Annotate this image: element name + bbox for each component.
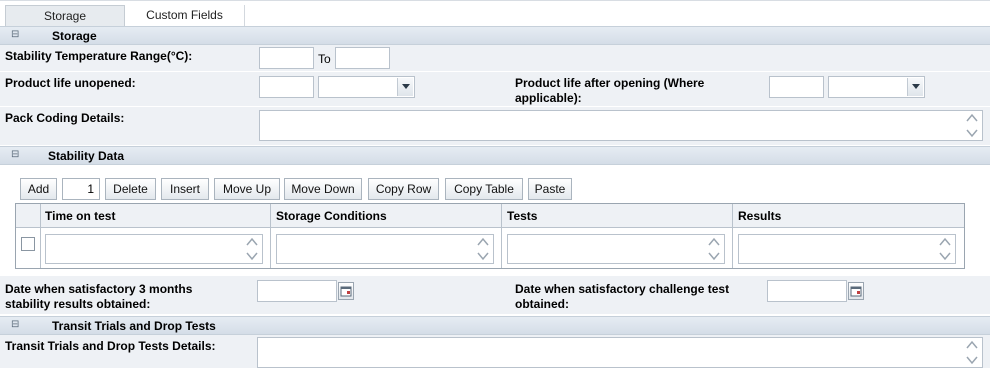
add-row-button[interactable]: Add	[20, 178, 57, 200]
paste-button[interactable]: Paste	[528, 178, 572, 200]
tab-storage[interactable]: Storage	[5, 5, 125, 27]
chevron-down-icon[interactable]	[397, 78, 413, 96]
delete-row-button[interactable]: Delete	[105, 178, 156, 200]
column-divider	[40, 204, 41, 268]
date-3m-label-line2: stability results obtained:	[5, 297, 151, 311]
life-after-opening-input[interactable]	[769, 76, 824, 98]
copy-row-button[interactable]: Copy Row	[368, 178, 439, 200]
date-3m-input[interactable]	[257, 280, 337, 302]
scroll-up-icon[interactable]	[707, 237, 721, 247]
scroll-down-icon[interactable]	[938, 251, 952, 261]
copy-table-button[interactable]: Copy Table	[445, 178, 523, 200]
life-unopened-label: Product life unopened:	[5, 76, 136, 90]
column-header-storage-conditions[interactable]: Storage Conditions	[276, 209, 387, 223]
date-3m-label-line1: Date when satisfactory 3 months	[5, 282, 193, 296]
calendar-icon[interactable]	[338, 282, 354, 300]
to-label: To	[318, 52, 331, 66]
pack-coding-label: Pack Coding Details:	[5, 111, 125, 125]
column-header-tests[interactable]: Tests	[507, 209, 537, 223]
temp-range-label: Stability Temperature Range(°C):	[5, 49, 193, 63]
life-after-opening-label-line1: Product life after opening (Where	[515, 76, 705, 90]
move-down-button[interactable]: Move Down	[284, 178, 362, 200]
section-title: Transit Trials and Drop Tests	[52, 319, 216, 333]
section-title: Stability Data	[48, 149, 125, 163]
table-header	[16, 204, 964, 228]
column-header-time-on-test[interactable]: Time on test	[45, 209, 115, 223]
scroll-up-icon[interactable]	[938, 237, 952, 247]
chevron-down-icon[interactable]	[907, 78, 923, 96]
transit-details-textarea[interactable]	[257, 337, 983, 368]
scroll-down-icon[interactable]	[965, 128, 979, 138]
pack-coding-textarea[interactable]	[259, 110, 983, 141]
stability-section-header: ⊟ Stability Data	[0, 146, 990, 165]
life-unopened-input[interactable]	[259, 76, 314, 98]
row-select-checkbox[interactable]	[21, 237, 35, 251]
column-header-results[interactable]: Results	[738, 209, 781, 223]
tests-cell-input[interactable]	[507, 234, 725, 264]
column-divider	[501, 204, 502, 268]
transit-section-header: ⊟ Transit Trials and Drop Tests	[0, 316, 990, 335]
results-cell-input[interactable]	[738, 234, 956, 264]
temp-min-input[interactable]	[259, 47, 314, 69]
scroll-up-icon[interactable]	[245, 237, 259, 247]
column-divider	[270, 204, 271, 268]
collapse-icon[interactable]: ⊟	[11, 149, 21, 161]
life-after-opening-label-line2: applicable):	[515, 91, 582, 105]
date-challenge-label-line2: obtained:	[515, 297, 569, 311]
scroll-down-icon[interactable]	[707, 251, 721, 261]
calendar-icon[interactable]	[848, 282, 864, 300]
storage-conditions-cell-input[interactable]	[276, 234, 494, 264]
time-on-test-cell-input[interactable]	[45, 234, 263, 264]
transit-details-label: Transit Trials and Drop Tests Details:	[5, 339, 216, 353]
section-title: Storage	[52, 29, 97, 43]
move-up-button[interactable]: Move Up	[214, 178, 280, 200]
add-count-input[interactable]: 1	[62, 178, 100, 200]
life-after-opening-unit-select[interactable]	[828, 76, 925, 98]
scroll-up-icon[interactable]	[965, 340, 979, 350]
scroll-up-icon[interactable]	[965, 113, 979, 123]
storage-section-header: ⊟ Storage	[0, 26, 990, 45]
life-unopened-unit-select[interactable]	[318, 76, 415, 98]
scroll-up-icon[interactable]	[476, 237, 490, 247]
scroll-down-icon[interactable]	[965, 355, 979, 365]
collapse-icon[interactable]: ⊟	[11, 29, 21, 41]
insert-row-button[interactable]: Insert	[161, 178, 209, 200]
scroll-down-icon[interactable]	[245, 251, 259, 261]
collapse-icon[interactable]: ⊟	[11, 319, 21, 331]
column-divider	[732, 204, 733, 268]
date-challenge-input[interactable]	[767, 280, 847, 302]
date-challenge-label-line1: Date when satisfactory challenge test	[515, 282, 730, 296]
tab-custom-fields[interactable]: Custom Fields	[125, 5, 245, 27]
scroll-down-icon[interactable]	[476, 251, 490, 261]
temp-max-input[interactable]	[335, 47, 390, 69]
